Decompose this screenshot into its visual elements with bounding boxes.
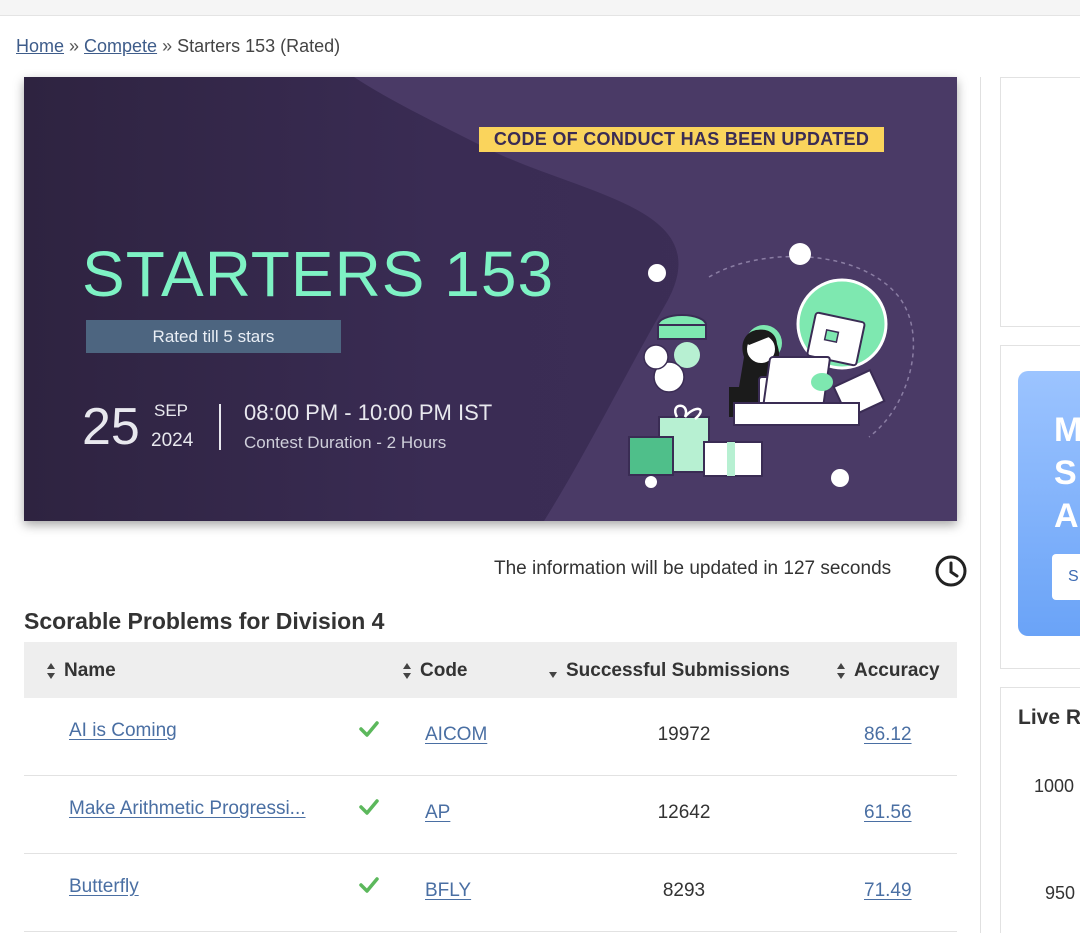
submissions-column-label: Successful Submissions <box>566 660 790 681</box>
code-of-conduct-notice[interactable]: CODE OF CONDUCT HAS BEEN UPDATED <box>479 127 884 152</box>
contest-duration: Contest Duration - 2 Hours <box>244 433 447 452</box>
column-divider <box>980 77 981 933</box>
problem-code-link[interactable]: BFLY <box>425 880 471 902</box>
breadcrumb-separator: » <box>69 36 80 56</box>
accuracy-link[interactable]: 86.12 <box>864 724 912 746</box>
check-icon <box>359 877 379 893</box>
sort-icon <box>403 662 411 679</box>
submissions-column-header[interactable]: Successful Submissions <box>548 660 790 682</box>
date-divider <box>219 404 221 450</box>
accuracy-link[interactable]: 71.49 <box>864 880 912 902</box>
breadcrumb-home-link[interactable]: Home <box>16 36 64 56</box>
problem-code-link[interactable]: AICOM <box>425 724 487 746</box>
sidebar-card <box>1000 77 1080 327</box>
promo-text-line: M <box>1054 411 1080 449</box>
problem-code-link[interactable]: AP <box>425 802 450 824</box>
promo-text-line: A <box>1054 497 1079 535</box>
clock-icon <box>935 555 967 587</box>
coder-illustration <box>628 243 915 488</box>
table-row: Make Arithmetic Progressi... AP 12642 61… <box>24 776 957 854</box>
breadcrumb-separator: » <box>162 36 173 56</box>
name-column-header[interactable]: Name <box>46 660 116 682</box>
rating-axis-label: 1000 <box>1034 776 1075 796</box>
promo-button[interactable]: S <box>1052 554 1080 600</box>
rated-badge: Rated till 5 stars <box>86 320 341 353</box>
problem-name-link[interactable]: Butterfly <box>69 876 339 898</box>
table-header: Name Code Successful Submissions Accurac… <box>24 642 957 698</box>
contest-month: SEP <box>154 401 189 420</box>
section-title: Scorable Problems for Division 4 <box>24 608 385 634</box>
promo-banner[interactable]: M S A S <box>1018 371 1080 636</box>
table-row: Butterfly BFLY 8293 71.49 <box>24 854 957 932</box>
name-column-label: Name <box>64 660 116 681</box>
rating-axis-label: 950 <box>1045 883 1076 903</box>
top-bar <box>0 0 1080 16</box>
breadcrumb: Home» Compete» Starters 153 (Rated) <box>16 36 340 57</box>
breadcrumb-current: Starters 153 (Rated) <box>177 36 341 56</box>
successful-submissions: 12642 <box>657 802 711 823</box>
problems-table: Name Code Successful Submissions Accurac… <box>24 642 957 932</box>
problem-name-link[interactable]: AI is Coming <box>69 720 339 742</box>
accuracy-column-label: Accuracy <box>854 660 940 681</box>
successful-submissions: 8293 <box>662 880 706 901</box>
code-column-header[interactable]: Code <box>402 660 468 682</box>
accuracy-column-header[interactable]: Accuracy <box>836 660 940 682</box>
check-icon <box>359 799 379 815</box>
live-ratings-title: Live R <box>1018 706 1080 729</box>
sort-icon <box>47 662 55 679</box>
sort-icon <box>837 662 845 679</box>
breadcrumb-compete-link[interactable]: Compete <box>84 36 157 56</box>
accuracy-link[interactable]: 61.56 <box>864 802 912 824</box>
contest-day: 25 <box>82 398 140 456</box>
check-icon <box>359 721 379 737</box>
contest-year: 2024 <box>151 430 194 451</box>
contest-banner: CODE OF CONDUCT HAS BEEN UPDATED STARTER… <box>24 77 957 521</box>
update-notice: The information will be updated in 127 s… <box>494 558 892 579</box>
sort-descending-icon <box>549 671 557 678</box>
promo-text-line: S <box>1054 454 1077 492</box>
table-row: AI is Coming AICOM 19972 86.12 <box>24 698 957 776</box>
problem-name-link[interactable]: Make Arithmetic Progressi... <box>69 798 339 820</box>
successful-submissions: 19972 <box>657 724 711 745</box>
contest-title: STARTERS 153 <box>82 238 555 310</box>
contest-time: 08:00 PM - 10:00 PM IST <box>244 400 493 425</box>
code-column-label: Code <box>420 660 468 681</box>
